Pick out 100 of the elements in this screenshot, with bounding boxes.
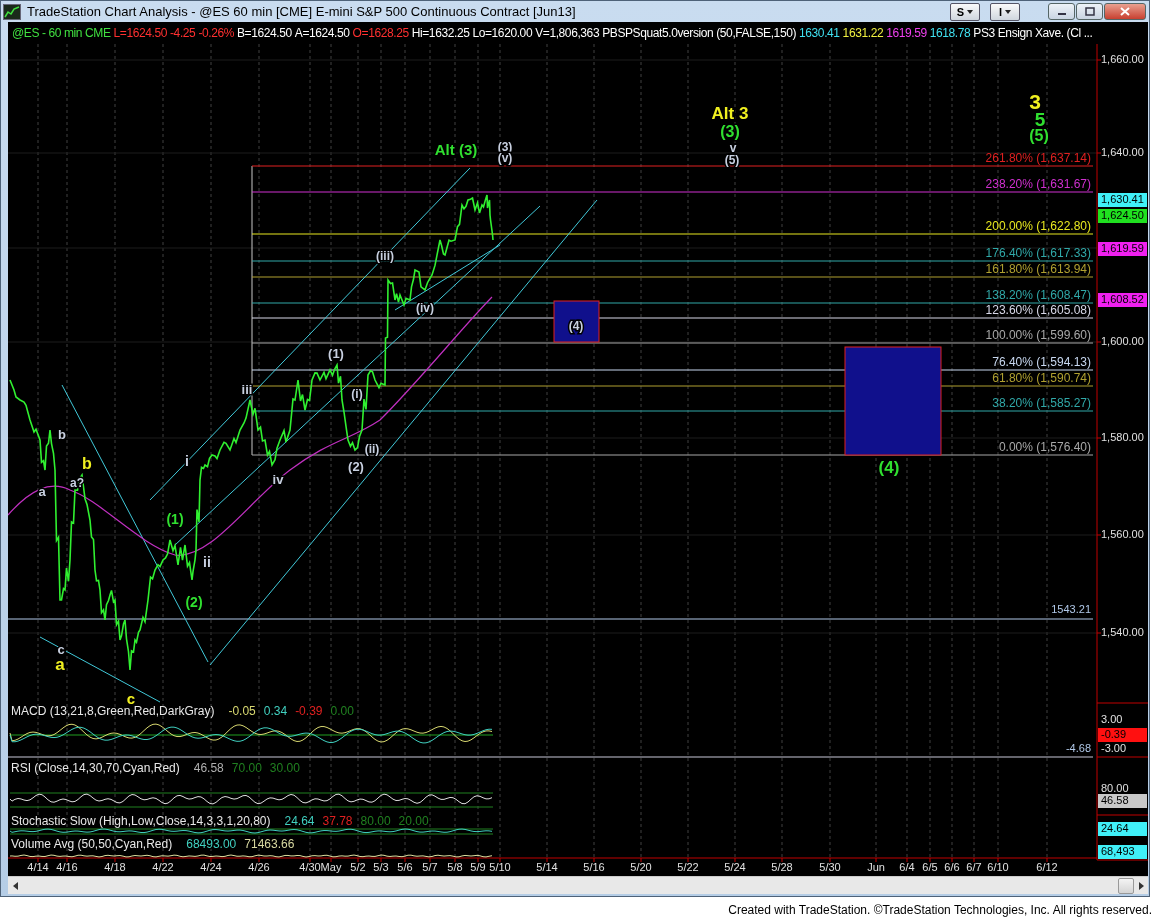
- time-axis-label: 5/8: [447, 860, 463, 873]
- indicator-value-tag: -0.39: [1098, 727, 1147, 742]
- fib-level-label: 123.60% (1,605.08): [985, 303, 1091, 318]
- indicator-value: 71463.66: [244, 837, 295, 852]
- wave-label: c: [126, 689, 136, 707]
- indicator-value: 30.00: [269, 761, 300, 776]
- quote-value: Lo=1620.00: [472, 26, 533, 40]
- fib-level-label: 38.20% (1,585.27): [992, 396, 1091, 411]
- time-axis-label: 6/5: [922, 860, 938, 873]
- support-level-label: 1543.21: [1051, 602, 1091, 615]
- toolbar-menu-button[interactable]: I: [990, 2, 1020, 21]
- axis-label: 3.00: [1101, 712, 1123, 725]
- quote-value: -0.26%: [198, 26, 234, 40]
- time-axis-label: 6/7: [966, 860, 982, 873]
- wave-label: b: [82, 455, 92, 473]
- right-arrow-icon: [1138, 881, 1144, 890]
- axis-label: 1,660.00: [1101, 52, 1144, 65]
- price-tag: 1,630.41: [1098, 192, 1147, 207]
- price-tag: 1,619.59: [1098, 241, 1147, 256]
- copyright-notice: Created with TradeStation. ©TradeStation Technologies, Inc. All rights reserved.: [728, 903, 1152, 917]
- indicator-value: 24.64: [284, 814, 315, 829]
- time-axis-label: 4/18: [104, 860, 126, 873]
- wave-label: (i): [351, 387, 363, 402]
- scrollbar-thumb[interactable]: [1118, 877, 1134, 894]
- price-tag: 1,624.50: [1098, 208, 1147, 223]
- time-axis-label: 5/3: [373, 860, 389, 873]
- wave-label: (1): [166, 510, 184, 527]
- axis-label: 80.00: [1101, 781, 1129, 794]
- time-axis-label: 4/14: [27, 860, 49, 873]
- wave-label: (2): [348, 459, 364, 475]
- indicator-value: 20.00: [398, 814, 429, 829]
- time-axis-label: 4/22: [152, 860, 174, 873]
- time-axis-label: 5/28: [771, 860, 793, 873]
- time-axis-label: 5/14: [536, 860, 558, 873]
- wave-label: Alt (3): [434, 140, 478, 158]
- wave-label: (ii): [364, 442, 380, 457]
- wave-label: a: [55, 655, 65, 675]
- indicator-value-tag: 24.64: [1098, 821, 1147, 836]
- wave-label: (5): [724, 153, 740, 168]
- time-axis-label: 5/10: [489, 860, 511, 873]
- time-axis-label: 4/26: [248, 860, 270, 873]
- wave-label: i: [185, 452, 189, 469]
- indicator-value: -0.39: [295, 704, 323, 719]
- axis-label: 1,600.00: [1101, 334, 1144, 347]
- minimize-button[interactable]: [1048, 3, 1075, 20]
- fib-level-label: 261.80% (1,637.14): [985, 151, 1091, 166]
- indicator-value: -0.05: [228, 704, 256, 719]
- quote-value: -4.25: [170, 26, 196, 40]
- quote-value: 1631.22: [842, 26, 884, 40]
- time-axis-label: 5/9: [470, 860, 486, 873]
- fib-level-label: 138.20% (1,608.47): [985, 288, 1091, 303]
- time-axis-label: Jun: [867, 860, 885, 873]
- time-axis-label: 4/24: [200, 860, 222, 873]
- time-axis-label: 5/24: [724, 860, 746, 873]
- time-axis-label: 6/10: [987, 860, 1009, 873]
- time-axis-label: 4/30: [299, 860, 321, 873]
- axis-label: 1,540.00: [1101, 625, 1144, 638]
- indicator-title: RSI (Close,14,30,70,Cyan,Red): [11, 761, 180, 776]
- time-axis-label: 4/16: [56, 860, 78, 873]
- axis-label: -3.00: [1101, 741, 1127, 754]
- quote-value: 1630.41: [799, 26, 840, 40]
- toolbar-menu-button[interactable]: S: [950, 2, 980, 21]
- indicator-value: 0.34: [263, 704, 288, 719]
- window-title: TradeStation Chart Analysis - @ES 60 min [CME] E-mini S&P 500 Continuous Contract [Jun13]: [27, 4, 577, 19]
- close-button[interactable]: [1104, 3, 1146, 20]
- quote-value: PBSPSquat5.0version (50,FALSE,150): [602, 26, 797, 40]
- time-axis-label: 5/30: [819, 860, 841, 873]
- chart-icon: [3, 3, 21, 20]
- indicator-title: Volume Avg (50,50,Cyan,Red): [11, 837, 173, 852]
- time-axis-label: 6/4: [899, 860, 915, 873]
- wave-label: (5): [1029, 127, 1049, 145]
- maximize-icon: [1084, 7, 1095, 16]
- indicator-value: 70.00: [231, 761, 262, 776]
- fib-level-label: 0.00% (1,576.40): [998, 440, 1091, 455]
- time-axis-label: 5/16: [583, 860, 605, 873]
- time-axis-label: 5/20: [630, 860, 652, 873]
- indicator-value: 80.00: [360, 814, 391, 829]
- wave-label: iii: [241, 382, 253, 398]
- wave-label: b: [58, 427, 66, 443]
- indicator-value-tag: 68,493: [1098, 844, 1147, 859]
- wave-label: (3): [720, 123, 740, 141]
- time-axis-label: May: [320, 860, 342, 873]
- quote-value: L=1624.50: [113, 26, 167, 40]
- indicator-value: 37.78: [322, 814, 353, 829]
- wave-label: v: [729, 141, 737, 156]
- fib-level-label: 238.20% (1,631.67): [985, 177, 1091, 192]
- axis-label: 1,580.00: [1101, 430, 1144, 443]
- fib-level-label: 200.00% (1,622.80): [985, 219, 1091, 234]
- wave-label: Alt 3: [711, 104, 749, 124]
- quote-value: PS3 Ensign Xave. (Cl ...: [973, 26, 1093, 40]
- fib-level-label: 100.00% (1,599.60): [985, 328, 1091, 343]
- time-axis-label: 5/7: [422, 860, 438, 873]
- caret-icon: [967, 9, 974, 14]
- quote-value: 1618.78: [929, 26, 971, 40]
- time-axis-label: 6/6: [944, 860, 960, 873]
- close-icon: [1120, 7, 1130, 16]
- wave-label: a: [38, 484, 46, 500]
- time-axis-label: 6/12: [1036, 860, 1058, 873]
- quote-value: 1619.59: [886, 26, 927, 40]
- maximize-button[interactable]: [1076, 3, 1103, 20]
